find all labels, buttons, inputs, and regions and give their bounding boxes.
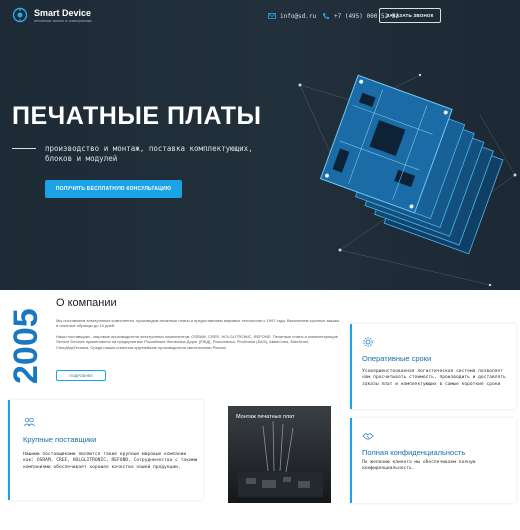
about-paragraph-1: Мы поставляем электронные компоненты, пр… bbox=[56, 318, 340, 329]
privacy-card: Полная конфиденциальность По желанию кли… bbox=[350, 418, 516, 503]
callback-button[interactable]: ЗАКАЗАТЬ ЗВОНОК bbox=[379, 8, 441, 23]
phone-icon bbox=[323, 13, 329, 19]
privacy-text: По желанию клиента мы обеспечиваем полну… bbox=[362, 460, 476, 472]
deadlines-text: Усовершенствованная логистическая систем… bbox=[362, 369, 506, 387]
card-accent bbox=[8, 400, 10, 500]
card-accent bbox=[350, 324, 352, 409]
about-paragraph-2: Наши поставщики - мировые производители … bbox=[56, 334, 338, 350]
logo-name: Smart Device bbox=[34, 7, 92, 18]
hero-section: Smart Device печатные платы и электроник… bbox=[0, 0, 520, 290]
logo-tagline: печатные платы и электроника bbox=[34, 17, 92, 23]
logo-icon bbox=[12, 7, 28, 23]
mounting-label: Монтаж печатных плат bbox=[236, 414, 295, 420]
deadlines-title: Оперативные сроки bbox=[362, 354, 432, 363]
hero-title: ПЕЧАТНЫЕ ПЛАТЫ bbox=[12, 102, 262, 130]
logo[interactable]: Smart Device печатные платы и электроник… bbox=[12, 7, 92, 23]
year-text: 2005 bbox=[7, 308, 44, 384]
suppliers-title: Крупные поставщики bbox=[23, 435, 97, 444]
people-icon bbox=[23, 417, 35, 427]
deadlines-card: Оперативные сроки Усовершенствованная ло… bbox=[350, 324, 516, 409]
suppliers-text: Нашими поставщиками являются такие крупн… bbox=[23, 452, 198, 470]
more-button[interactable]: ПОДРОБНЕЕ bbox=[56, 370, 106, 381]
handshake-icon bbox=[362, 433, 374, 440]
gear-icon bbox=[363, 337, 373, 347]
card-accent bbox=[350, 418, 352, 503]
email-text: info@sd.ru bbox=[280, 12, 317, 20]
privacy-title: Полная конфиденциальность bbox=[362, 448, 466, 457]
year-graphic: 2005 bbox=[7, 308, 44, 384]
suppliers-card: Крупные поставщики Нашими поставщиками я… bbox=[8, 400, 203, 500]
mounting-card[interactable]: Монтаж печатных плат bbox=[228, 406, 331, 503]
email-link[interactable]: info@sd.ru bbox=[268, 12, 316, 20]
about-title: О компании bbox=[56, 297, 117, 309]
consultation-button[interactable]: ПОЛУЧИТЬ БЕСПЛАТНУЮ КОНСУЛЬТАЦИЮ bbox=[45, 180, 182, 198]
hero-divider bbox=[12, 148, 36, 149]
mail-icon bbox=[268, 13, 276, 19]
hero-subtitle: производство и монтаж, поставка комплект… bbox=[45, 144, 253, 163]
pcb-illustration bbox=[298, 73, 517, 287]
